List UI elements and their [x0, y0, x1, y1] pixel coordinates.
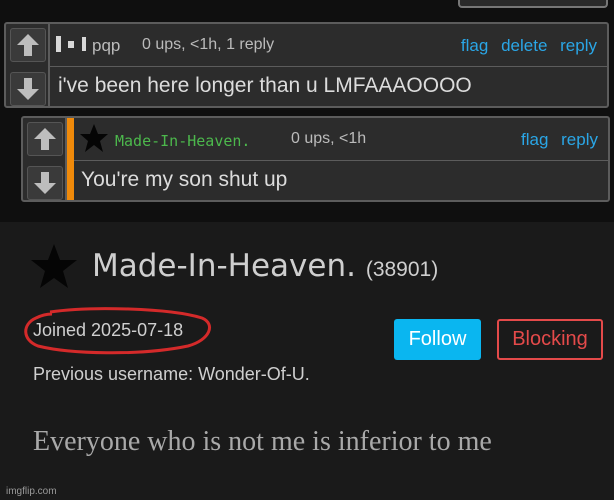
comment-username[interactable]: Made-In-Heaven.: [115, 132, 250, 150]
comment-divider: [74, 160, 608, 161]
vote-column: [23, 118, 67, 200]
arrow-down-icon: [34, 172, 56, 194]
red-annotation-circle: [24, 307, 211, 355]
comment-divider: [50, 66, 607, 67]
comment-actions: flag reply: [513, 130, 598, 150]
comment-username[interactable]: pqp: [92, 36, 120, 56]
star-icon: [31, 244, 77, 288]
follow-button[interactable]: Follow: [394, 319, 481, 360]
profile-username: Made-In-Heaven.: [92, 248, 356, 284]
downvote-button[interactable]: [27, 166, 63, 200]
comment-2: Made-In-Heaven. 0 ups, <1h flag reply Yo…: [21, 116, 610, 202]
arrow-up-icon: [34, 128, 56, 150]
cut-off-button[interactable]: [458, 0, 608, 8]
profile-name: Made-In-Heaven. (38901): [92, 248, 438, 284]
delete-link[interactable]: delete: [501, 36, 547, 55]
watermark: imgflip.com: [6, 486, 57, 497]
star-icon: [80, 124, 108, 152]
comment-meta: 0 ups, <1h: [291, 130, 367, 147]
comment-text: i've been here longer than u LMFAAAOOOO: [58, 74, 472, 97]
pixel-avatar-icon: [56, 36, 86, 52]
comment-1: pqp 0 ups, <1h, 1 reply flag delete repl…: [4, 22, 609, 108]
op-accent-bar: [67, 118, 74, 200]
blocking-button[interactable]: Blocking: [497, 319, 603, 360]
comments-section: pqp 0 ups, <1h, 1 reply flag delete repl…: [0, 0, 614, 222]
comment-actions: flag delete reply: [453, 36, 597, 56]
upvote-button[interactable]: [10, 28, 46, 62]
comment-meta: 0 ups, <1h, 1 reply: [142, 36, 275, 53]
arrow-down-icon: [17, 78, 39, 100]
vote-column: [6, 24, 50, 106]
arrow-up-icon: [17, 34, 39, 56]
reply-link[interactable]: reply: [560, 36, 597, 55]
flag-link[interactable]: flag: [521, 130, 548, 149]
flag-link[interactable]: flag: [461, 36, 488, 55]
upvote-button[interactable]: [27, 122, 63, 156]
reply-link[interactable]: reply: [561, 130, 598, 149]
downvote-button[interactable]: [10, 72, 46, 106]
profile-score: (38901): [365, 258, 439, 281]
profile-bio: Everyone who is not me is inferior to me: [33, 426, 492, 457]
comment-text: You're my son shut up: [81, 168, 288, 191]
previous-username: Previous username: Wonder-Of-U.: [33, 364, 310, 384]
